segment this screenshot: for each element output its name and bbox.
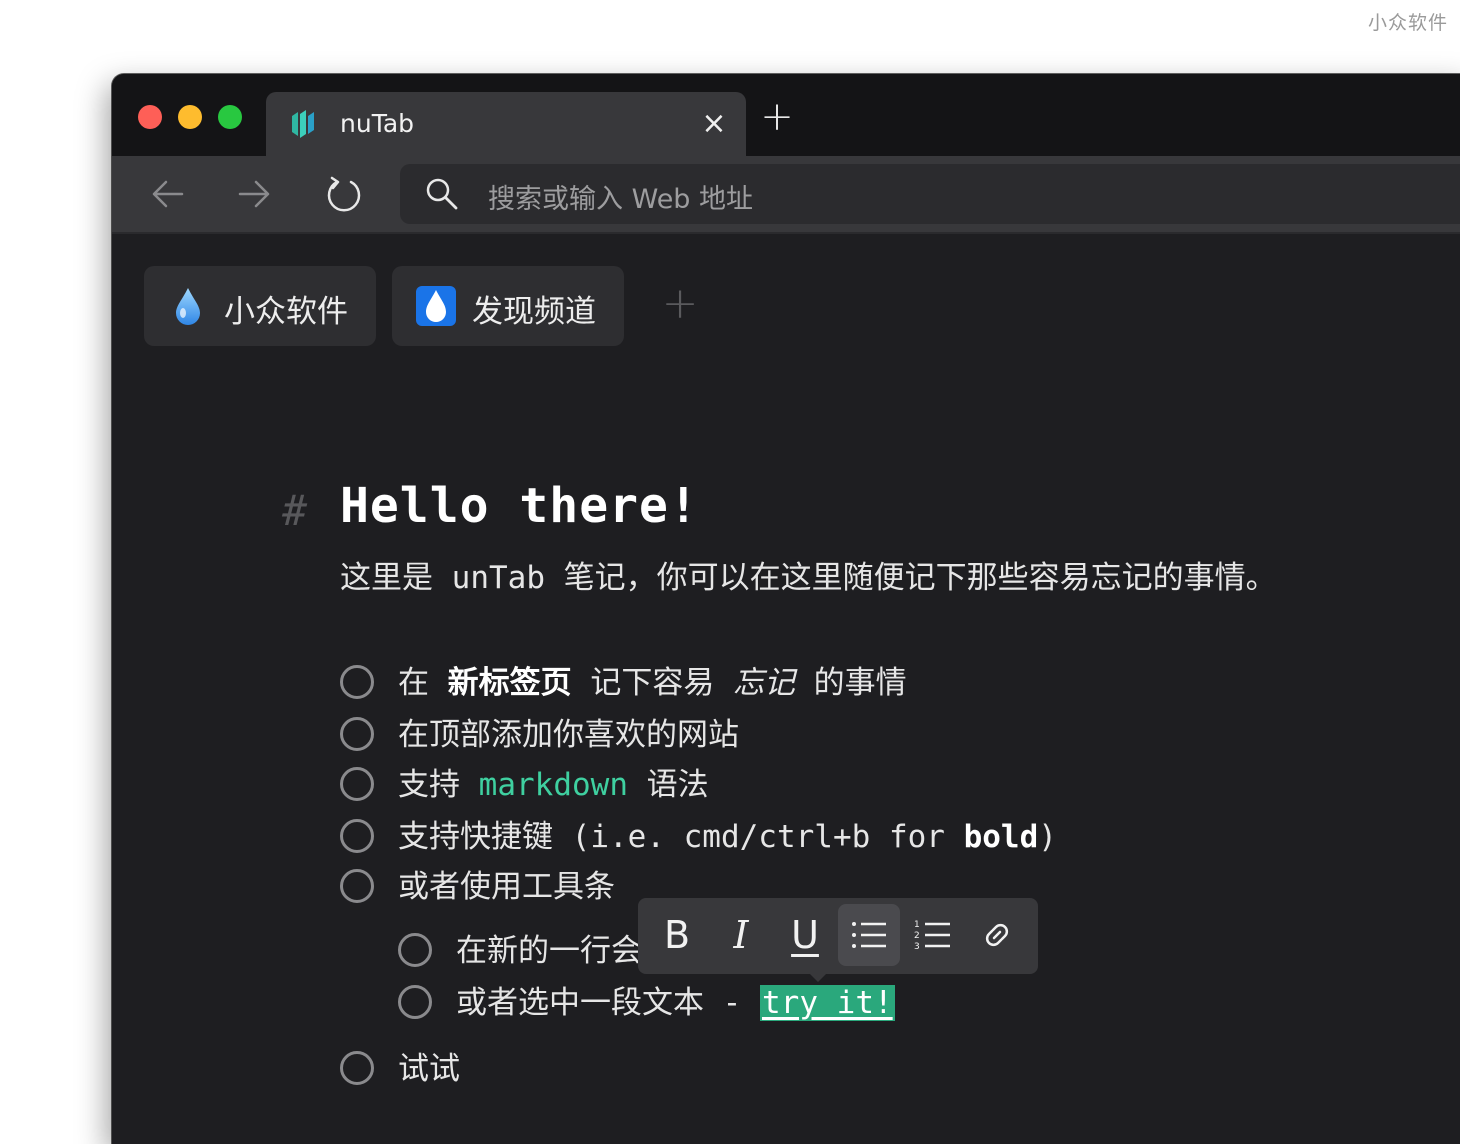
inline-code: markdown <box>478 767 628 803</box>
todo-text[interactable]: 在 新标签页 记下容易 忘记 的事情 <box>398 662 907 704</box>
link-icon <box>985 923 1009 947</box>
todo-checkbox[interactable] <box>340 819 374 853</box>
todo-text[interactable]: 或者使用工具条 <box>398 866 615 908</box>
todo-checkbox[interactable] <box>340 717 374 751</box>
bookmark-xiaozhong[interactable]: 小众软件 <box>144 266 376 346</box>
note-subtitle[interactable]: 这里是 unTab 笔记，你可以在这里随便记下那些容易忘记的事情。 <box>340 552 1277 597</box>
close-window-button[interactable] <box>138 105 162 129</box>
browser-window: nuTab × + 搜索或输入 Web 地址 小众软件 发现频道 + # Hel… <box>112 74 1460 1144</box>
svg-text:1: 1 <box>914 920 920 930</box>
todo-checkbox[interactable] <box>340 1051 374 1085</box>
svg-text:3: 3 <box>914 942 920 952</box>
format-toolbar: B I U 1 2 3 <box>638 898 1038 974</box>
nutab-logo-icon <box>292 110 314 138</box>
forward-arrow-icon[interactable] <box>234 174 274 214</box>
tab-bar: nuTab × + <box>112 74 1460 156</box>
format-toolbar-pointer <box>808 972 828 982</box>
new-tab-button[interactable]: + <box>760 97 794 137</box>
watermark: 小众软件 <box>1367 12 1448 34</box>
minimize-window-button[interactable] <box>178 105 202 129</box>
note-heading[interactable]: Hello there! <box>340 478 699 534</box>
tab-nutab[interactable]: nuTab × <box>266 92 746 156</box>
bold-button[interactable]: B <box>646 904 708 966</box>
underline-button[interactable]: U <box>774 904 836 966</box>
droplet-square-icon <box>416 286 456 326</box>
address-placeholder: 搜索或输入 Web 地址 <box>488 184 754 215</box>
navigation-toolbar: 搜索或输入 Web 地址 <box>112 156 1460 234</box>
reload-icon[interactable] <box>324 174 364 214</box>
todo-checkbox[interactable] <box>340 665 374 699</box>
todo-checkbox[interactable] <box>398 933 432 967</box>
bullet-list-button[interactable] <box>838 904 900 966</box>
todo-text[interactable]: 支持快捷键 (i.e. cmd/ctrl+b for bold) <box>398 816 1057 858</box>
italic-button[interactable]: I <box>710 904 772 966</box>
add-bookmark-button[interactable]: + <box>660 282 700 326</box>
bookmark-label: 发现频道 <box>472 294 596 330</box>
bullet-list-icon <box>852 922 886 948</box>
todo-text[interactable]: 或者选中一段文本 - try it! <box>456 982 895 1024</box>
tab-title: nuTab <box>340 109 415 138</box>
tab-close-icon[interactable]: × <box>700 109 728 139</box>
todo-text[interactable]: 支持 markdown 语法 <box>398 764 709 806</box>
address-bar[interactable]: 搜索或输入 Web 地址 <box>400 164 1460 224</box>
heading-marker: # <box>282 486 308 535</box>
zoom-window-button[interactable] <box>218 105 242 129</box>
bookmark-faxian[interactable]: 发现频道 <box>392 266 624 346</box>
selected-text[interactable]: try it! <box>760 985 895 1021</box>
back-arrow-icon[interactable] <box>148 174 188 214</box>
new-tab-page: 小众软件 发现频道 + # Hello there! 这里是 unTab 笔记，… <box>112 234 1460 1144</box>
bookmark-label: 小众软件 <box>224 294 348 330</box>
todo-text[interactable]: 试试 <box>398 1048 460 1090</box>
numbered-list-icon: 1 2 3 <box>914 920 950 952</box>
todo-checkbox[interactable] <box>340 869 374 903</box>
link-button[interactable] <box>966 904 1028 966</box>
numbered-list-button[interactable]: 1 2 3 <box>902 904 964 966</box>
todo-text[interactable]: 在新的一行会 <box>456 930 642 972</box>
todo-checkbox[interactable] <box>398 985 432 1019</box>
droplet-icon <box>176 288 200 325</box>
svg-text:2: 2 <box>914 931 920 941</box>
todo-checkbox[interactable] <box>340 767 374 801</box>
search-icon <box>426 178 458 210</box>
todo-text[interactable]: 在顶部添加你喜欢的网站 <box>398 714 739 756</box>
